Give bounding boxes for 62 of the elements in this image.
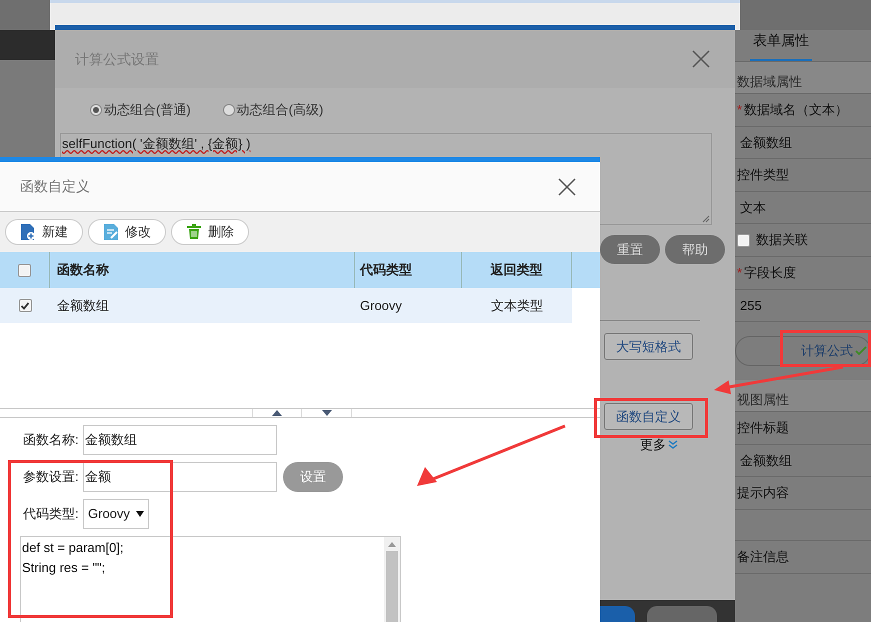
column-header: 返回类型 bbox=[490, 261, 542, 280]
code-line: def st = param[0]; bbox=[22, 538, 124, 557]
check-icon bbox=[855, 346, 867, 356]
checkbox-label: 数据关联 bbox=[756, 231, 808, 250]
table-cell-text: 文本类型 bbox=[491, 296, 543, 315]
dialog-title: 函数自定义 bbox=[20, 177, 90, 196]
field-label: 函数名称: bbox=[23, 430, 80, 449]
table-row[interactable]: 金额数组 Groovy 文本类型 bbox=[0, 288, 572, 323]
required-mark: * bbox=[737, 264, 742, 282]
field-value: 255 bbox=[739, 296, 762, 315]
more-link[interactable]: 更多 bbox=[640, 435, 666, 454]
radio-button[interactable] bbox=[90, 104, 102, 116]
formula-text: selfFunction( '金额数组' , {金额} ) bbox=[62, 136, 250, 151]
edit-document-icon bbox=[103, 223, 119, 241]
scrollbar[interactable] bbox=[384, 536, 400, 622]
close-icon[interactable] bbox=[558, 178, 576, 196]
checkbox[interactable] bbox=[737, 234, 750, 246]
column-header: 代码类型 bbox=[360, 261, 412, 280]
toolbar-button[interactable]: 删除 bbox=[171, 219, 249, 245]
close-icon[interactable] bbox=[692, 50, 710, 68]
field-label: 备注信息 bbox=[737, 548, 789, 566]
trash-icon bbox=[186, 224, 202, 240]
radio-label: 动态组合(高级) bbox=[236, 101, 324, 120]
format-button[interactable]: 函数自定义 bbox=[604, 403, 693, 430]
select-field[interactable]: Groovy bbox=[83, 498, 149, 528]
code-line: String res = ""; bbox=[22, 558, 106, 577]
resize-grip-icon bbox=[702, 215, 710, 223]
field-label: 字段长度 bbox=[744, 264, 796, 282]
cancel-button[interactable] bbox=[647, 606, 717, 622]
field-label: 控件类型 bbox=[737, 166, 789, 184]
required-mark: * bbox=[737, 101, 742, 120]
section-header: 数据域属性 bbox=[737, 72, 802, 91]
dialog-button[interactable]: 帮助 bbox=[665, 235, 725, 264]
input-field[interactable]: 金额 bbox=[83, 462, 277, 492]
section-header: 视图属性 bbox=[737, 390, 789, 409]
new-file-icon bbox=[20, 223, 36, 241]
field-label: 控件标题 bbox=[737, 419, 789, 438]
field-value: 文本 bbox=[739, 198, 766, 217]
dialog-button[interactable]: 重置 bbox=[600, 235, 660, 264]
double-chevron-icon bbox=[668, 440, 678, 450]
select-all-checkbox[interactable] bbox=[18, 264, 31, 276]
scroll-up-icon[interactable] bbox=[388, 542, 396, 546]
radio-label: 动态组合(普通) bbox=[104, 101, 191, 120]
code-editor[interactable]: def st = param[0]; String res = ""; bbox=[20, 536, 401, 622]
field-label: 代码类型: bbox=[23, 504, 80, 523]
row-checkbox[interactable] bbox=[18, 299, 32, 312]
field-value: 金额数组 bbox=[739, 134, 792, 152]
column-header: 函数名称 bbox=[57, 261, 109, 280]
dropdown-caret-icon bbox=[136, 510, 144, 516]
field-value: 金额数组 bbox=[739, 452, 792, 470]
input-field[interactable]: 金额数组 bbox=[83, 424, 277, 454]
up-arrow-icon[interactable] bbox=[272, 410, 282, 416]
toolbar-button[interactable]: 新建 bbox=[5, 219, 83, 245]
field-label: 参数设置: bbox=[23, 468, 80, 486]
field-label: 数据域名（文本） bbox=[744, 101, 848, 120]
radio-button[interactable] bbox=[222, 104, 235, 116]
table-cell-text: Groovy bbox=[360, 296, 402, 315]
toolbar-button[interactable]: 修改 bbox=[88, 219, 166, 245]
table-cell-text: 金额数组 bbox=[57, 296, 109, 315]
format-button[interactable]: 大写短格式 bbox=[604, 333, 693, 360]
down-arrow-icon[interactable] bbox=[322, 410, 332, 416]
field-label: 提示内容 bbox=[737, 484, 789, 502]
